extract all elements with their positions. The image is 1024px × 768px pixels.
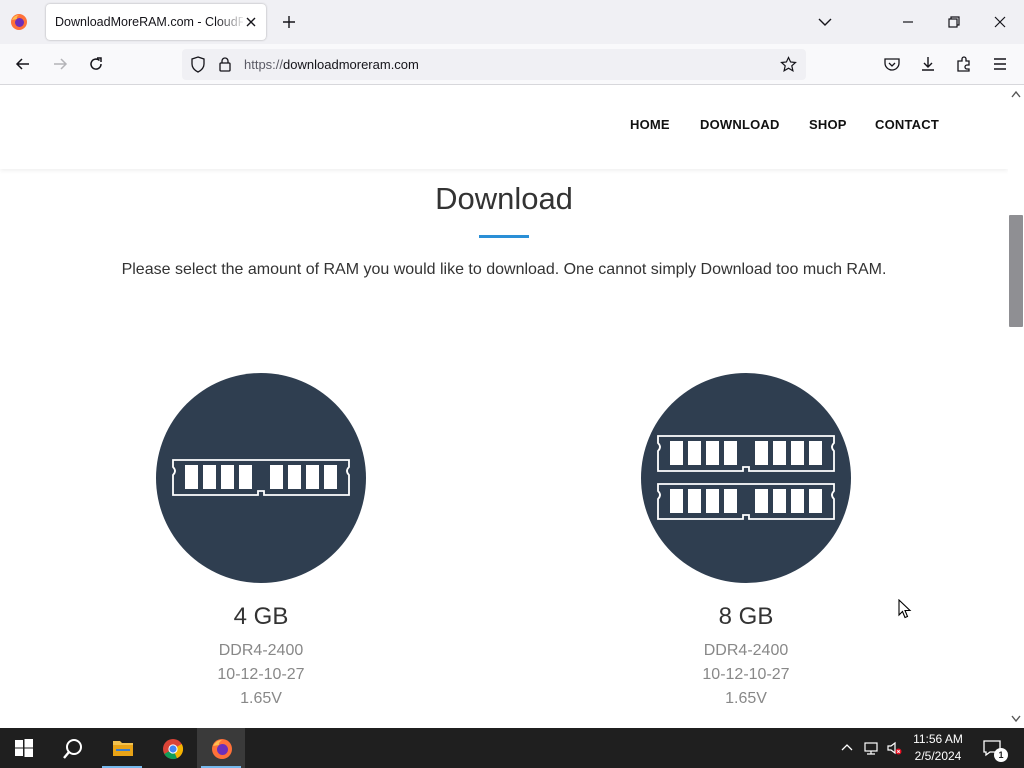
back-arrow-icon[interactable] — [14, 55, 32, 73]
hamburger-menu-icon[interactable] — [991, 55, 1009, 73]
nav-shop-link[interactable]: SHOP — [809, 117, 847, 132]
product-type: DDR4-2400 — [218, 642, 304, 659]
product-size: 4 GB — [233, 603, 289, 630]
star-bookmark-icon[interactable] — [780, 56, 797, 73]
product-voltage: 1.65V — [725, 690, 767, 707]
product-timings: 10-12-10-27 — [217, 666, 305, 683]
active-tab[interactable]: DownloadMoreRAM.com - CloudRing — [46, 4, 266, 40]
reload-icon[interactable] — [87, 55, 105, 73]
url-text[interactable]: https://downloadmoreram.com — [244, 57, 419, 72]
page-viewport: HOME DOWNLOAD SHOP CONTACT Download Plea… — [0, 85, 1008, 728]
windows-taskbar: 11:56 AM 2/5/2024 1 — [0, 728, 1024, 768]
product-type: DDR4-2400 — [703, 642, 789, 659]
browser-toolbar: https://downloadmoreram.com — [0, 44, 1024, 85]
intro-text: Please select the amount of RAM you woul… — [121, 261, 887, 278]
scroll-up-icon[interactable] — [1011, 90, 1021, 98]
volume-muted-icon[interactable] — [886, 740, 902, 756]
close-window-icon[interactable] — [990, 12, 1010, 32]
title-underline — [479, 235, 529, 238]
screen: DownloadMoreRAM.com - CloudRing https://… — [0, 0, 1024, 768]
taskbar-chrome[interactable] — [148, 728, 196, 768]
close-icon[interactable] — [242, 13, 260, 31]
search-icon — [63, 739, 82, 759]
new-tab-plus-icon[interactable] — [280, 13, 298, 31]
page-scrollbar[interactable] — [1008, 85, 1024, 728]
tab-title: DownloadMoreRAM.com - CloudRing — [55, 15, 243, 29]
chrome-icon — [163, 739, 184, 760]
tracking-shield-icon[interactable] — [190, 56, 206, 73]
scroll-thumb[interactable] — [1009, 215, 1023, 327]
taskbar-clock[interactable]: 11:56 AM 2/5/2024 — [904, 731, 972, 765]
ram-single-icon — [172, 459, 350, 496]
firefox-icon — [212, 739, 232, 759]
nav-home-link[interactable]: HOME — [630, 117, 670, 132]
windows-logo-icon — [15, 739, 33, 757]
firefox-icon[interactable] — [10, 13, 28, 31]
nav-download-link[interactable]: DOWNLOAD — [700, 117, 780, 132]
site-header: HOME DOWNLOAD SHOP CONTACT — [0, 85, 1008, 169]
start-button[interactable] — [0, 728, 48, 768]
chevron-down-icon[interactable] — [816, 13, 834, 31]
product-size: 8 GB — [718, 603, 774, 630]
downloads-icon[interactable] — [919, 55, 937, 73]
taskbar-file-explorer[interactable] — [98, 728, 146, 768]
lock-icon[interactable] — [218, 56, 232, 73]
folder-icon — [113, 741, 133, 756]
restore-icon[interactable] — [944, 12, 964, 32]
product-timings: 10-12-10-27 — [702, 666, 790, 683]
browser-tab-bar: DownloadMoreRAM.com - CloudRing — [0, 0, 1024, 44]
minimize-icon[interactable] — [898, 12, 918, 32]
pocket-icon[interactable] — [883, 55, 901, 73]
network-icon[interactable] — [863, 740, 879, 756]
scroll-down-icon[interactable] — [1011, 715, 1021, 723]
product-circle[interactable] — [156, 373, 366, 583]
clock-date: 2/5/2024 — [914, 749, 962, 763]
product-card-4gb[interactable]: 4 GB DDR4-2400 10-12-10-27 1.65V — [156, 373, 366, 711]
product-voltage: 1.65V — [240, 690, 282, 707]
mouse-cursor-icon — [898, 599, 912, 619]
notification-badge: 1 — [994, 748, 1008, 762]
product-card-8gb[interactable]: 8 GB DDR4-2400 10-12-10-27 1.65V — [641, 373, 851, 711]
nav-contact-link[interactable]: CONTACT — [875, 117, 939, 132]
ram-double-icon — [657, 435, 835, 520]
taskbar-firefox[interactable] — [197, 728, 245, 768]
address-bar[interactable]: https://downloadmoreram.com — [182, 49, 806, 80]
extensions-puzzle-icon[interactable] — [955, 55, 973, 73]
product-circle[interactable] — [641, 373, 851, 583]
clock-time: 11:56 AM — [913, 732, 963, 746]
chevron-up-icon[interactable] — [839, 740, 855, 756]
forward-arrow-icon[interactable] — [51, 55, 69, 73]
page-title: Download — [435, 181, 573, 216]
search-button[interactable] — [48, 728, 96, 768]
